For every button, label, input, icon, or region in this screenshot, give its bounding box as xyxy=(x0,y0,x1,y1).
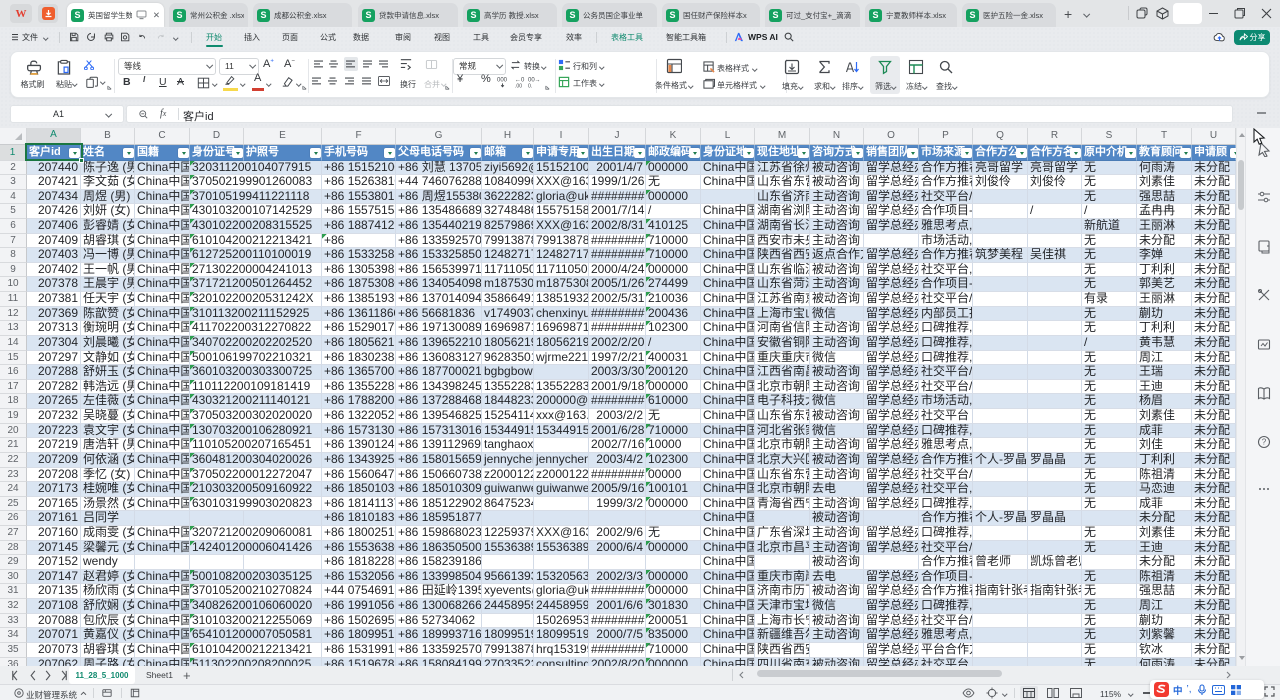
svg-text:?: ? xyxy=(1262,438,1267,447)
svg-text:000: 000 xyxy=(497,77,508,83)
svg-text:.00: .00 xyxy=(515,83,522,88)
svg-text:0.: 0. xyxy=(528,83,532,88)
